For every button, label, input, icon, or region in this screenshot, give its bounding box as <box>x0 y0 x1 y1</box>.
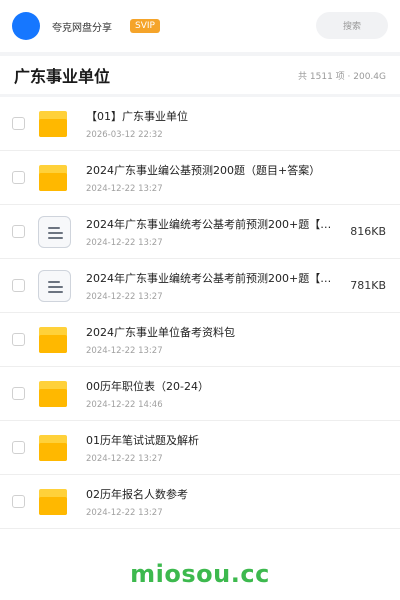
folder-summary: 共 1511 项 · 200.4G <box>298 71 386 82</box>
file-date: 2024-12-22 13:27 <box>86 453 163 464</box>
list-item[interactable]: 【01】广东事业单位 2026-03-12 22:32 <box>0 97 400 151</box>
list-item[interactable]: 02历年报名人数参考 2024-12-22 13:27 <box>0 475 400 529</box>
file-name: 2024年广东事业编统考公基考前预测200+题【答案】 <box>86 217 336 231</box>
file-name: 【01】广东事业单位 <box>86 109 188 123</box>
file-name: 2024年广东事业编统考公基考前预测200+题【题目】 <box>86 271 336 285</box>
search-placeholder: 搜索 <box>342 22 361 32</box>
select-checkbox[interactable] <box>12 441 25 454</box>
avatar[interactable] <box>12 12 40 40</box>
file-date: 2024-12-22 13:27 <box>86 507 163 518</box>
file-date: 2024-12-22 13:27 <box>86 183 163 194</box>
file-list: 【01】广东事业单位 2026-03-12 22:32 2024广东事业编公基预… <box>0 97 400 547</box>
file-date: 2024-12-22 14:46 <box>86 399 163 410</box>
file-date: 2024-12-22 13:27 <box>86 291 163 302</box>
list-item[interactable]: 00历年职位表（20-24） 2024-12-22 14:46 <box>0 367 400 421</box>
search-input[interactable]: 搜索 <box>316 12 388 39</box>
folder-icon <box>38 323 72 357</box>
select-checkbox[interactable] <box>12 117 25 130</box>
list-item[interactable]: 2024年广东事业编统考公基考前预测200+题【答案】 2024-12-22 1… <box>0 205 400 259</box>
list-item[interactable]: 2024广东事业编公基预测200题（题目+答案） 2024-12-22 13:2… <box>0 151 400 205</box>
select-checkbox[interactable] <box>12 225 25 238</box>
select-checkbox[interactable] <box>12 279 25 292</box>
select-checkbox[interactable] <box>12 387 25 400</box>
svip-badge: SVIP <box>130 18 160 34</box>
file-name: 01历年笔试试题及解析 <box>86 433 199 447</box>
file-name: 2024广东事业编公基预测200题（题目+答案） <box>86 163 321 177</box>
document-icon <box>38 269 72 303</box>
file-date: 2024-12-22 13:27 <box>86 237 163 248</box>
document-icon <box>38 215 72 249</box>
select-checkbox[interactable] <box>12 495 25 508</box>
file-name: 00历年职位表（20-24） <box>86 379 209 393</box>
folder-icon <box>38 431 72 465</box>
page-title: 广东事业单位 <box>14 67 111 86</box>
folder-icon <box>38 107 72 141</box>
file-name: 2024广东事业单位备考资料包 <box>86 325 235 339</box>
file-size: 816KB <box>350 225 386 238</box>
folder-header: 广东事业单位 共 1511 项 · 200.4G <box>0 56 400 94</box>
top-bar: 夸克网盘分享 SVIP 搜索 <box>0 0 400 52</box>
list-item[interactable]: 2024广东事业单位备考资料包 2024-12-22 13:27 <box>0 313 400 367</box>
select-checkbox[interactable] <box>12 333 25 346</box>
folder-icon <box>38 161 72 195</box>
select-checkbox[interactable] <box>12 171 25 184</box>
folder-icon <box>38 377 72 411</box>
footer: miosou.cc <box>0 547 400 600</box>
file-name: 02历年报名人数参考 <box>86 487 188 501</box>
list-item[interactable]: 01历年笔试试题及解析 2024-12-22 13:27 <box>0 421 400 475</box>
share-owner-name: 夸克网盘分享 <box>52 22 112 34</box>
file-date: 2026-03-12 22:32 <box>86 129 163 140</box>
watermark-text: miosou.cc <box>130 559 270 588</box>
folder-icon <box>38 485 72 519</box>
file-date: 2024-12-22 13:27 <box>86 345 163 356</box>
file-size: 781KB <box>350 279 386 292</box>
list-item[interactable]: 2024年广东事业编统考公基考前预测200+题【题目】 2024-12-22 1… <box>0 259 400 313</box>
